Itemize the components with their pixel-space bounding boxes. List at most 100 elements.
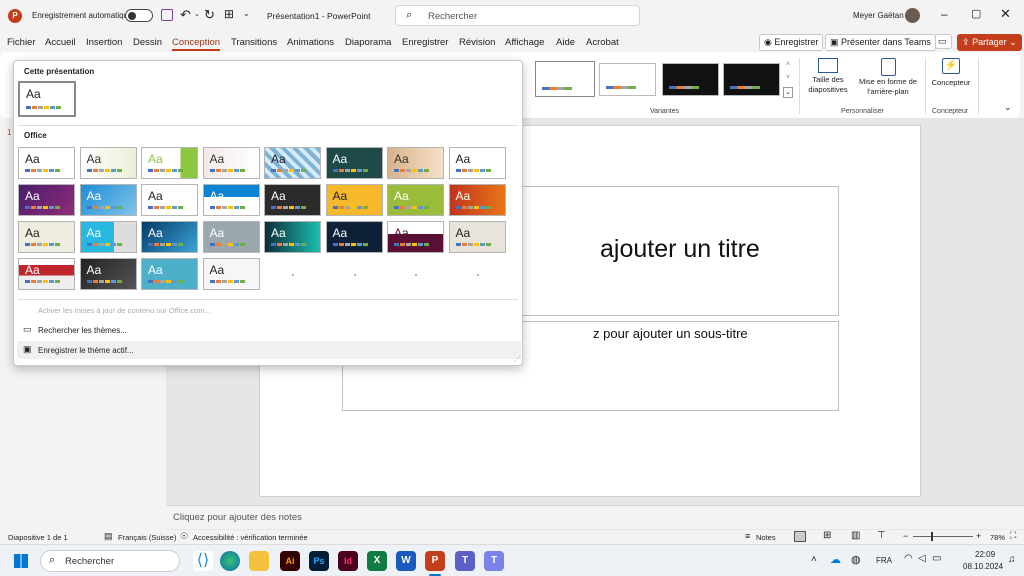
- file-explorer-icon[interactable]: [249, 551, 269, 571]
- format-background-button[interactable]: Mise en forme de l'arrière-plan: [857, 56, 919, 104]
- theme-thumbnail[interactable]: Aa: [202, 184, 260, 216]
- theme-thumbnail[interactable]: Aa: [79, 221, 137, 253]
- notes-toggle[interactable]: Notes: [756, 533, 776, 542]
- spellcheck-icon[interactable]: ▤: [104, 531, 113, 542]
- tab-insertion[interactable]: Insertion: [86, 37, 122, 48]
- maximize-icon[interactable]: ▢: [971, 7, 981, 20]
- theme-thumbnail[interactable]: Aa: [448, 221, 506, 253]
- zoom-out-icon[interactable]: −: [903, 531, 908, 541]
- zoom-slider[interactable]: [913, 532, 973, 541]
- theme-thumbnail[interactable]: Aa: [18, 258, 75, 290]
- slide-size-button[interactable]: Taille des diapositives: [802, 56, 854, 104]
- present-teams-button[interactable]: ▣ Présenter dans Teams: [825, 34, 936, 51]
- notes-pane[interactable]: Cliquez pour ajouter des notes: [166, 505, 1024, 529]
- minimize-icon[interactable]: –: [941, 7, 948, 21]
- theme-thumbnail[interactable]: Aa: [18, 221, 75, 253]
- onedrive-icon[interactable]: ☁: [830, 553, 841, 566]
- record-button[interactable]: ◉ Enregistrer: [759, 34, 824, 51]
- language-status[interactable]: Français (Suisse): [118, 533, 176, 542]
- collapse-ribbon-icon[interactable]: ⌄: [1004, 102, 1012, 113]
- edge-icon[interactable]: [220, 551, 240, 571]
- theme-thumbnail[interactable]: Aa: [79, 258, 137, 290]
- slide-sorter-icon[interactable]: ⊞: [823, 530, 831, 541]
- theme-thumbnail[interactable]: Aa: [141, 147, 198, 179]
- share-button[interactable]: ⇪ Partager ⌄: [957, 34, 1022, 51]
- theme-thumbnail[interactable]: Aa: [448, 184, 506, 216]
- theme-thumbnail[interactable]: Aa: [18, 147, 75, 179]
- powerpoint-taskbar-icon[interactable]: P: [425, 551, 445, 571]
- slideshow-view-icon[interactable]: ⊤: [877, 530, 886, 541]
- theme-thumbnail[interactable]: Aa: [325, 147, 383, 179]
- theme-thumbnail[interactable]: Aa: [264, 221, 321, 253]
- theme-thumbnail[interactable]: Aa: [387, 184, 444, 216]
- current-theme-thumbnail[interactable]: Aa: [18, 81, 76, 117]
- wifi-icon[interactable]: ◠: [904, 553, 913, 564]
- theme-thumbnail[interactable]: Aa: [264, 147, 321, 179]
- notification-bell-icon[interactable]: ♫: [1008, 554, 1016, 565]
- zoom-slider-thumb[interactable]: [931, 532, 933, 541]
- battery-icon[interactable]: ▭: [932, 553, 941, 564]
- excel-icon[interactable]: X: [367, 551, 387, 571]
- reading-view-icon[interactable]: ▥: [851, 530, 860, 541]
- theme-thumbnail[interactable]: Aa: [79, 147, 137, 179]
- variant-3[interactable]: [662, 63, 719, 96]
- clock-date[interactable]: 08.10.2024: [963, 562, 1003, 571]
- tab-aide[interactable]: Aide: [556, 37, 575, 48]
- tab-animations[interactable]: Animations: [287, 37, 334, 48]
- theme-thumbnail[interactable]: Aa: [387, 147, 444, 179]
- indesign-icon[interactable]: Id: [338, 551, 358, 571]
- tray-chevron-icon[interactable]: ˄: [811, 554, 817, 565]
- tab-fichier[interactable]: Fichier: [7, 37, 36, 48]
- tab-affichage[interactable]: Affichage: [505, 37, 544, 48]
- comments-button[interactable]: ▭: [935, 34, 952, 49]
- fit-slide-icon[interactable]: ⛶: [1010, 530, 1016, 541]
- theme-thumbnail[interactable]: Aa: [202, 258, 260, 290]
- zoom-level[interactable]: 78%: [990, 533, 1005, 542]
- theme-thumbnail[interactable]: Aa: [325, 221, 383, 253]
- search-box[interactable]: ⌕ Rechercher: [395, 5, 640, 26]
- tab-enregistrer[interactable]: Enregistrer: [402, 37, 448, 48]
- taskbar-search[interactable]: ⌕ Rechercher: [40, 550, 180, 572]
- tab-transitions[interactable]: Transitions: [231, 37, 277, 48]
- illustrator-icon[interactable]: Ai: [280, 551, 300, 571]
- avatar[interactable]: [905, 8, 920, 23]
- present-icon[interactable]: ⊞: [224, 7, 234, 21]
- customize-qat-icon[interactable]: ⌄: [243, 9, 250, 18]
- teams-personal-icon[interactable]: T: [484, 551, 504, 571]
- tab-revision[interactable]: Révision: [459, 37, 495, 48]
- vscode-icon[interactable]: ⟨⟩: [193, 551, 213, 571]
- theme-thumbnail[interactable]: Aa: [18, 184, 75, 216]
- tab-diaporama[interactable]: Diaporama: [345, 37, 391, 48]
- variants-scroll-up-icon[interactable]: ˄: [783, 61, 793, 72]
- theme-thumbnail[interactable]: Aa: [264, 184, 321, 216]
- normal-view-icon[interactable]: [794, 531, 806, 542]
- theme-thumbnail[interactable]: Aa: [141, 221, 198, 253]
- redo-icon[interactable]: ↻: [204, 7, 215, 23]
- variant-1[interactable]: [535, 61, 595, 97]
- theme-thumbnail[interactable]: Aa: [79, 184, 137, 216]
- windows-start-icon[interactable]: [14, 554, 28, 568]
- teams-taskbar-icon[interactable]: T: [455, 551, 475, 571]
- clock-time[interactable]: 22:09: [975, 550, 995, 559]
- tab-acrobat[interactable]: Acrobat: [586, 37, 619, 48]
- accessibility-status[interactable]: Accessibilité : vérification terminée: [193, 533, 308, 542]
- language-indicator[interactable]: FRA: [876, 556, 892, 565]
- network-tray-icon[interactable]: ◍: [851, 553, 861, 566]
- zoom-in-icon[interactable]: +: [976, 531, 981, 541]
- user-name[interactable]: Meyer Gaëtan: [853, 11, 904, 20]
- save-icon[interactable]: [161, 9, 173, 21]
- theme-thumbnail[interactable]: Aa: [202, 147, 260, 179]
- designer-button[interactable]: ⚡ Concepteur: [928, 56, 974, 104]
- tab-accueil[interactable]: Accueil: [45, 37, 76, 48]
- close-icon[interactable]: ✕: [1000, 6, 1011, 22]
- word-icon[interactable]: W: [396, 551, 416, 571]
- autosave-toggle[interactable]: [125, 9, 153, 22]
- undo-dropdown-icon[interactable]: ⌄: [194, 10, 200, 18]
- variants-scroll-down-icon[interactable]: ˅: [783, 74, 793, 85]
- photoshop-icon[interactable]: Ps: [309, 551, 329, 571]
- theme-thumbnail[interactable]: Aa: [141, 184, 198, 216]
- theme-thumbnail[interactable]: Aa: [325, 184, 383, 216]
- theme-thumbnail[interactable]: Aa: [387, 221, 444, 253]
- tab-conception[interactable]: Conception: [172, 37, 220, 48]
- undo-icon[interactable]: ↶: [180, 7, 191, 23]
